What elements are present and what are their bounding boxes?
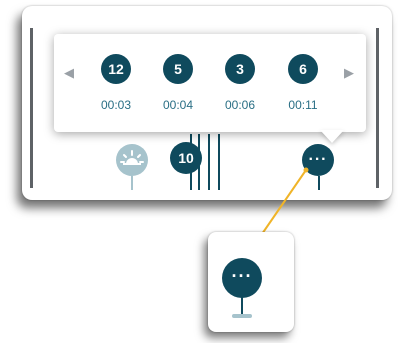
zoom-callout: ···: [208, 232, 294, 332]
more-cluster-marker-zoomed: ···: [222, 258, 262, 298]
marker-base: [232, 314, 252, 318]
callout-connector: [261, 167, 309, 235]
